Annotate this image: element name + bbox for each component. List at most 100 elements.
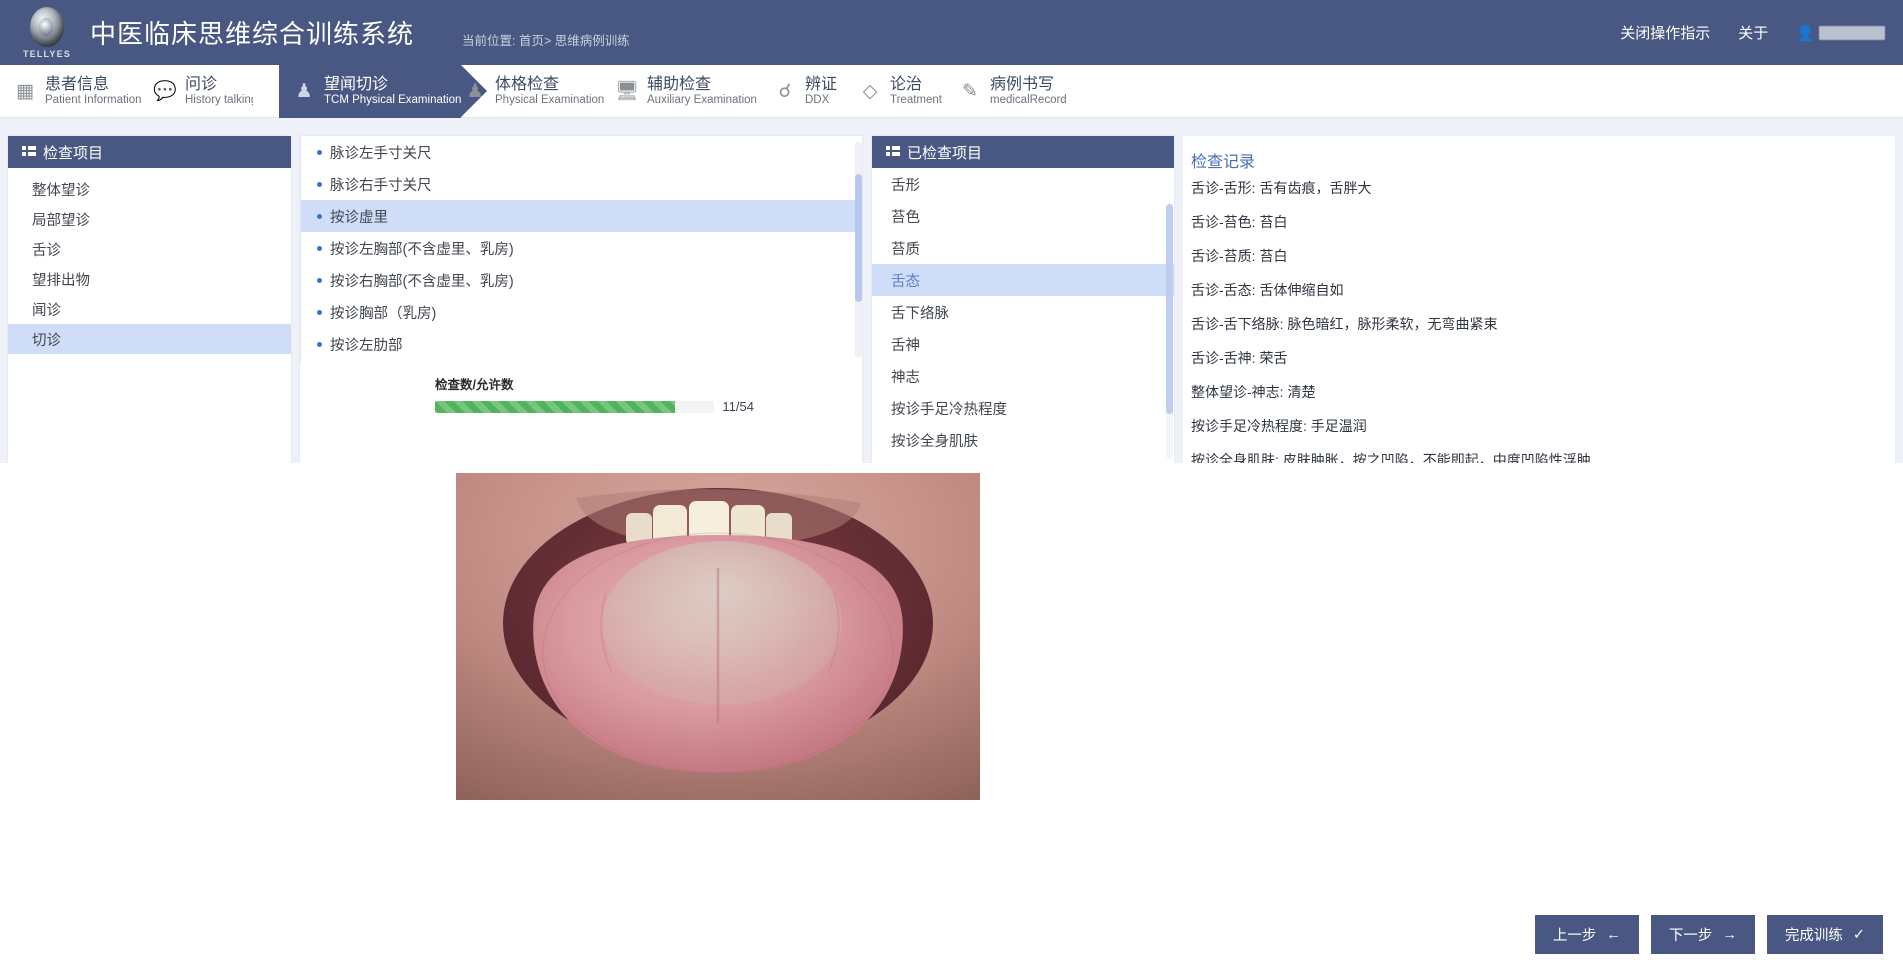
bullet-icon: [317, 309, 322, 315]
prev-step-label: 上一步: [1552, 928, 1597, 944]
person-icon: ♟: [295, 81, 313, 102]
chat-bubble-icon: 💬: [153, 81, 177, 102]
arrow-right-icon: →: [1722, 926, 1737, 943]
examination-categories-list: 整体望诊 局部望诊 舌诊 望排出物 闻诊 切诊: [8, 168, 291, 354]
step-tcm-physical-examination[interactable]: ♟ 望闻切诊 TCM Physical Examination: [252, 65, 488, 118]
app-root: TELLYES 中医临床思维综合训练系统 当前位置: 首页> 思维病例训练 关闭…: [0, 0, 1903, 970]
exam-item-pulse-right[interactable]: 脉诊右手寸关尺: [301, 168, 862, 200]
finish-training-button[interactable]: 完成训练 ✓: [1766, 915, 1883, 954]
exam-item-left-chest[interactable]: 按诊左胸部(不含虚里、乳房): [301, 232, 862, 264]
logo-brand-text: TELLYES: [22, 48, 72, 59]
exam-item-label: 脉诊右手寸关尺: [330, 177, 432, 194]
step-label-en: Patient Information: [45, 94, 142, 107]
checked-item-coating-color[interactable]: 苔色: [872, 200, 1174, 232]
record-line: 舌诊-舌下络脉: 脉色暗红，脉形柔软，无弯曲紧束: [1191, 316, 1498, 332]
step-label-cn: 辅助检查: [647, 76, 712, 94]
step-label-cn: 病例书写: [990, 76, 1055, 94]
tongue-examination-photo: [456, 473, 980, 800]
app-header: TELLYES 中医临床思维综合训练系统 当前位置: 首页> 思维病例训练 关闭…: [0, 0, 1903, 65]
exam-item-xuli-palpation[interactable]: 按诊虚里: [301, 200, 862, 232]
step-label-en: Physical Examination: [495, 94, 605, 107]
checked-item-tongue-shape[interactable]: 舌形: [872, 168, 1174, 200]
category-item-local-inspection[interactable]: 局部望诊: [8, 204, 291, 234]
step-navigation: ▦ 患者信息 Patient Information 💬 问诊 History …: [0, 65, 1903, 118]
step-treatment[interactable]: ◇ 论治 Treatment: [845, 65, 942, 118]
checked-items-panel: 已检查项目 舌形 苔色 苔质 舌态 舌下络脉 舌神 神志 按诊手足冷热程度 按诊…: [872, 136, 1174, 463]
step-label-cn: 论治: [890, 76, 923, 94]
stethoscope-icon: ☌: [778, 81, 792, 102]
about-button[interactable]: 关于: [1738, 22, 1768, 43]
checked-item-skin-palpation[interactable]: 按诊全身肌肤: [872, 424, 1174, 456]
step-label-en: medicalRecord: [990, 94, 1067, 107]
brand-logo: TELLYES: [8, 0, 86, 65]
checked-item-consciousness[interactable]: 神志: [872, 360, 1174, 392]
exam-item-label: 按诊胸部（乳房): [330, 305, 437, 322]
page-title: 中医临床思维综合训练系统: [90, 19, 415, 49]
monitor-icon: 🖥: [614, 81, 640, 102]
step-medical-record[interactable]: ✎ 病例书写 medicalRecord: [945, 65, 1067, 118]
step-patient-information[interactable]: ▦ 患者信息 Patient Information: [0, 65, 142, 118]
step-history-talking[interactable]: 💬 问诊 History talking: [140, 65, 257, 118]
logo-orb-icon: [30, 6, 64, 47]
prev-step-button[interactable]: 上一步 ←: [1534, 915, 1639, 954]
user-account[interactable]: 👤: [1796, 24, 1885, 42]
capsule-icon: ◇: [862, 81, 878, 102]
document-pen-icon: ✎: [962, 81, 978, 102]
step-ddx[interactable]: ☌ 辨证 DDX: [760, 65, 837, 118]
examination-progress: 检查数/允许数 11/54: [300, 364, 862, 414]
checked-item-tongue-spirit[interactable]: 舌神: [872, 328, 1174, 360]
checked-item-tongue-motion[interactable]: 舌态: [872, 264, 1174, 296]
category-item-tongue-diagnosis[interactable]: 舌诊: [8, 234, 291, 264]
exam-item-breast[interactable]: 按诊胸部（乳房): [301, 296, 862, 328]
record-line: 舌诊-舌形: 舌有齿痕，舌胖大: [1191, 180, 1372, 196]
progress-row: 11/54: [435, 399, 754, 414]
examination-items-scrollbar-thumb[interactable]: [855, 174, 862, 302]
progress-bar-fill: [435, 400, 676, 413]
tongue-photo-graphic: [456, 473, 980, 800]
checked-item-sublingual-vessels[interactable]: 舌下络脉: [872, 296, 1174, 328]
panel-title: 检查项目: [43, 144, 104, 162]
exam-item-label: 按诊右胸部(不含虚里、乳房): [330, 273, 514, 290]
person-icon: ♟: [466, 81, 484, 102]
bullet-icon: [317, 213, 322, 219]
exam-item-left-rib[interactable]: 按诊左肋部: [301, 328, 862, 360]
record-line: 按诊手足冷热程度: 手足温润: [1191, 418, 1367, 434]
breadcrumb: 当前位置: 首页> 思维病例训练: [462, 34, 630, 48]
exam-item-label: 按诊左胸部(不含虚里、乳房): [330, 241, 514, 258]
exam-item-label: 脉诊左手寸关尺: [330, 145, 432, 162]
next-step-button[interactable]: 下一步 →: [1650, 915, 1755, 954]
checked-item-limb-temperature[interactable]: 按诊手足冷热程度: [872, 392, 1174, 424]
progress-count: 11/54: [722, 399, 754, 414]
close-guide-button[interactable]: 关闭操作指示: [1620, 22, 1710, 43]
panel-title: 已检查项目: [907, 144, 983, 162]
step-label-en: Treatment: [890, 94, 942, 107]
next-step-label: 下一步: [1668, 928, 1713, 944]
panels-row: 检查项目 整体望诊 局部望诊 舌诊 望排出物 闻诊 切诊 脉诊左手寸关尺 脉诊右…: [0, 118, 1903, 468]
category-item-auscultation[interactable]: 闻诊: [8, 294, 291, 324]
record-line: 舌诊-舌态: 舌体伸缩自如: [1191, 282, 1344, 298]
progress-label: 检查数/允许数: [435, 378, 514, 392]
step-label-en: DDX: [805, 94, 830, 107]
category-item-palpation[interactable]: 切诊: [8, 324, 291, 354]
header-actions: 关闭操作指示 关于 👤: [1620, 22, 1903, 43]
bullet-icon: [317, 341, 322, 347]
step-label-en: Auxiliary Examination: [647, 94, 757, 107]
examination-image-area: [0, 463, 1903, 970]
record-line: 整体望诊-神志: 清楚: [1191, 384, 1316, 400]
examination-categories-panel: 检查项目 整体望诊 局部望诊 舌诊 望排出物 闻诊 切诊: [8, 136, 291, 463]
step-auxiliary-examination[interactable]: 🖥 辅助检查 Auxiliary Examination: [602, 65, 757, 118]
category-item-overall-inspection[interactable]: 整体望诊: [8, 174, 291, 204]
bullet-icon: [317, 277, 322, 283]
progress-bar: [435, 400, 715, 413]
step-label-en: History talking: [185, 94, 258, 107]
bullet-icon: [317, 181, 322, 187]
step-label-cn: 望闻切诊: [324, 76, 389, 94]
bullet-icon: [317, 245, 322, 251]
step-physical-examination[interactable]: ♟ 体格检查 Physical Examination: [450, 65, 604, 118]
exam-item-pulse-left[interactable]: 脉诊左手寸关尺: [301, 136, 862, 168]
checked-item-coating-texture[interactable]: 苔质: [872, 232, 1174, 264]
exam-item-right-chest[interactable]: 按诊右胸部(不含虚里、乳房): [301, 264, 862, 296]
category-item-excreta-inspection[interactable]: 望排出物: [8, 264, 291, 294]
exam-item-label: 按诊虚里: [330, 209, 388, 226]
checked-items-scrollbar-thumb[interactable]: [1166, 204, 1173, 414]
